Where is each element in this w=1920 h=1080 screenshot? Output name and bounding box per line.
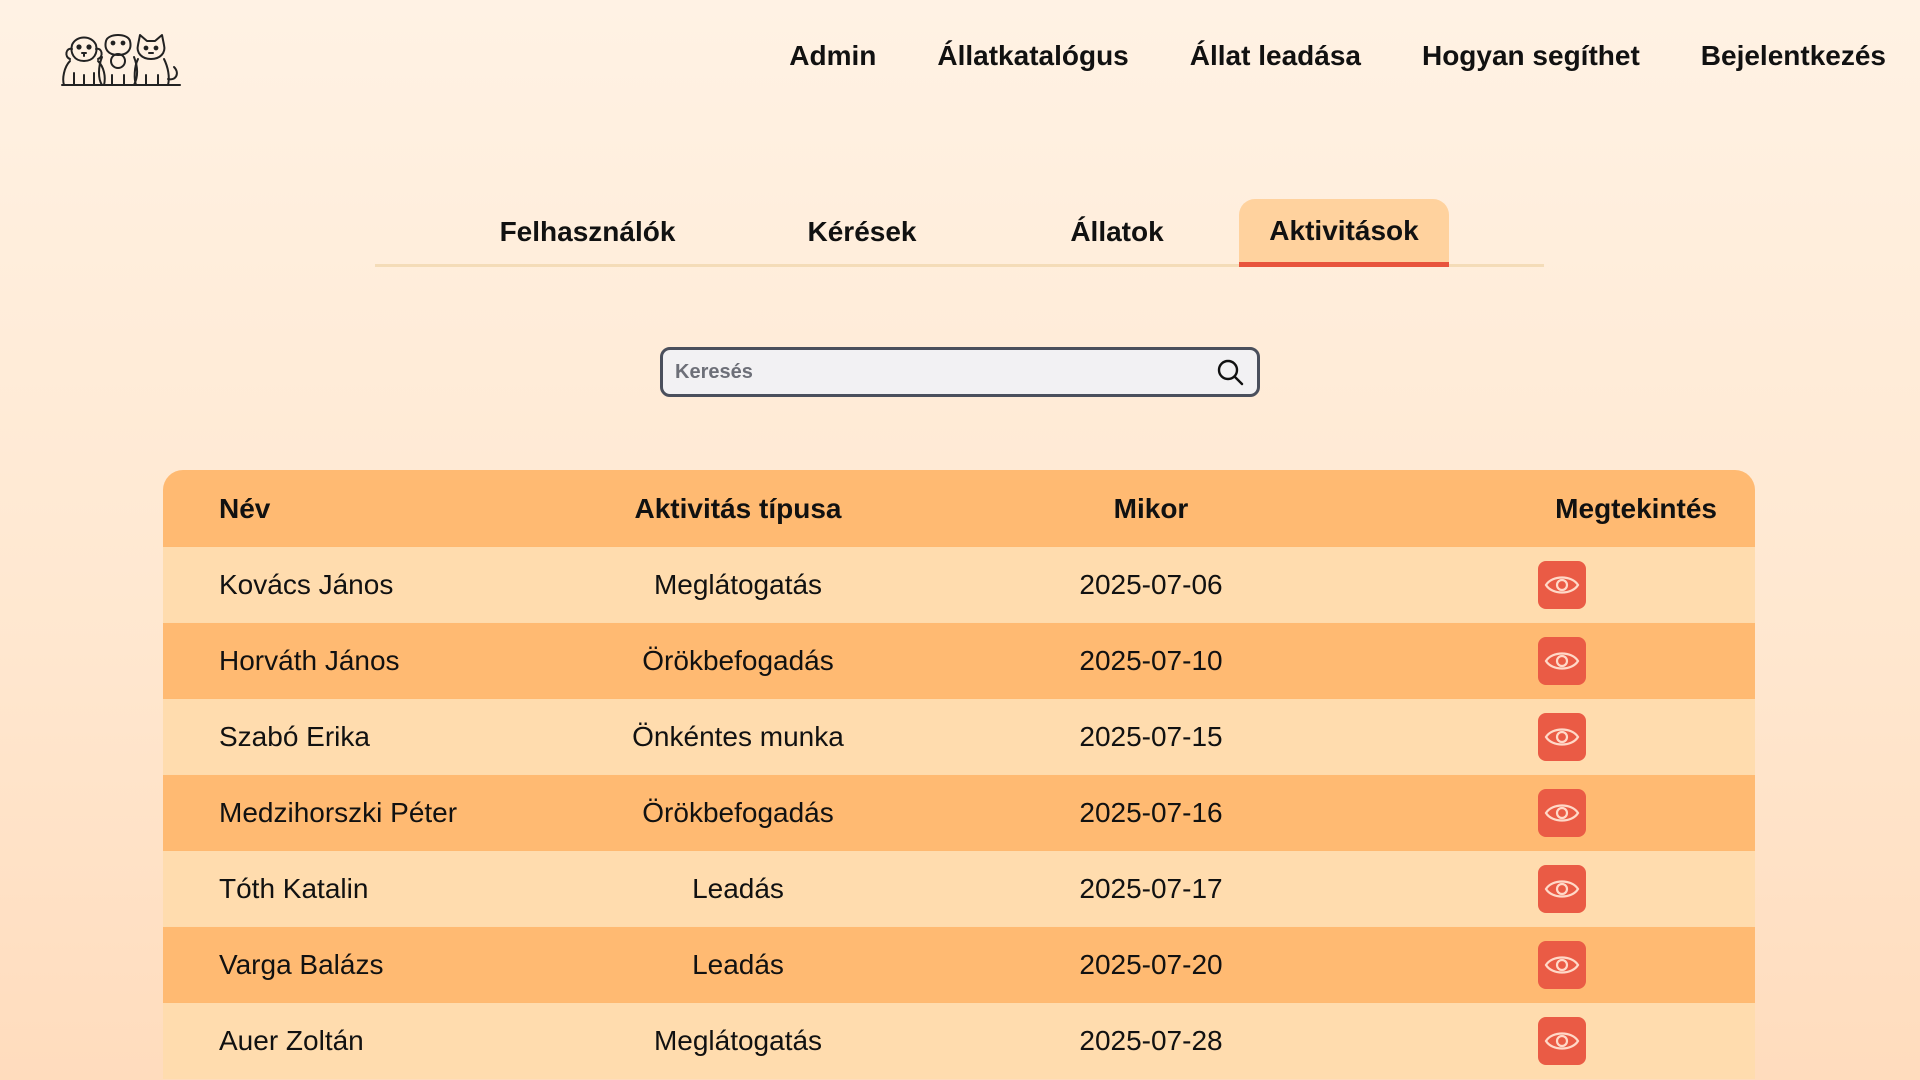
view-button[interactable]	[1538, 789, 1586, 837]
nav-how-to-help[interactable]: Hogyan segíthet	[1422, 40, 1640, 72]
search-input[interactable]	[663, 350, 1215, 394]
tab-requests[interactable]: Kérések	[800, 199, 924, 265]
cell-name: Auer Zoltán	[219, 1025, 364, 1056]
cell-date: 2025-07-16	[1079, 797, 1223, 828]
table-row: Medzihorszki Péter Örökbefogadás 2025-07…	[163, 775, 1755, 851]
table-row: Szabó Erika Önkéntes munka 2025-07-15	[163, 699, 1755, 775]
cell-name: Kovács János	[219, 569, 394, 600]
cell-activity-type: Örökbefogadás	[642, 797, 834, 828]
cell-activity-type: Leadás	[692, 949, 784, 980]
table-row: Kovács János Meglátogatás 2025-07-06	[163, 547, 1755, 623]
admin-tabs: Felhasználók Kérések Állatok Aktivitások	[375, 199, 1544, 267]
nav-admin[interactable]: Admin	[789, 40, 876, 72]
header-name: Név	[219, 492, 271, 524]
eye-icon	[1544, 804, 1580, 822]
table-row: Tóth Katalin Leadás 2025-07-17	[163, 851, 1755, 927]
eye-icon	[1544, 652, 1580, 670]
table-row: Auer Zoltán Meglátogatás 2025-07-28	[163, 1003, 1755, 1079]
tab-activities[interactable]: Aktivitások	[1239, 199, 1449, 267]
main-nav: Admin Állatkatalógus Állat leadása Hogya…	[789, 40, 1886, 72]
eye-icon	[1544, 1032, 1580, 1050]
nav-animal-catalog[interactable]: Állatkatalógus	[937, 40, 1128, 72]
cell-date: 2025-07-15	[1079, 721, 1223, 752]
view-button[interactable]	[1538, 713, 1586, 761]
cell-date: 2025-07-20	[1079, 949, 1223, 980]
search-box	[660, 347, 1260, 397]
tab-animals[interactable]: Állatok	[1059, 199, 1175, 265]
header-activity-type: Aktivitás típusa	[634, 492, 842, 524]
table-row: Varga Balázs Leadás 2025-07-20	[163, 927, 1755, 1003]
cell-date: 2025-07-06	[1079, 569, 1223, 600]
cell-name: Horváth János	[219, 645, 400, 676]
eye-icon	[1544, 728, 1580, 746]
table-row: Horváth János Örökbefogadás 2025-07-10	[163, 623, 1755, 699]
cell-name: Tóth Katalin	[219, 873, 369, 904]
cell-date: 2025-07-28	[1079, 1025, 1223, 1056]
eye-icon	[1544, 576, 1580, 594]
eye-icon	[1544, 880, 1580, 898]
nav-login[interactable]: Bejelentkezés	[1701, 40, 1886, 72]
header-when: Mikor	[1113, 492, 1189, 524]
cell-name: Medzihorszki Péter	[219, 797, 458, 828]
cell-activity-type: Önkéntes munka	[632, 721, 844, 752]
activities-table: Név Aktivitás típusa Mikor Megtekintés K…	[163, 470, 1755, 1079]
cell-name: Szabó Erika	[219, 721, 370, 752]
cell-date: 2025-07-10	[1079, 645, 1223, 676]
cell-date: 2025-07-17	[1079, 873, 1223, 904]
dog-cat-logo-icon[interactable]	[58, 27, 184, 89]
tab-users[interactable]: Felhasználók	[480, 199, 695, 265]
cell-activity-type: Örökbefogadás	[642, 645, 834, 676]
nav-animal-dropoff[interactable]: Állat leadása	[1190, 40, 1361, 72]
view-button[interactable]	[1538, 941, 1586, 989]
header-view: Megtekintés	[1555, 492, 1717, 524]
cell-activity-type: Meglátogatás	[653, 1025, 823, 1056]
view-button[interactable]	[1538, 561, 1586, 609]
cell-activity-type: Meglátogatás	[653, 569, 823, 600]
cell-activity-type: Leadás	[692, 873, 784, 904]
table-header: Név Aktivitás típusa Mikor Megtekintés	[163, 470, 1755, 547]
view-button[interactable]	[1538, 1017, 1586, 1065]
view-button[interactable]	[1538, 637, 1586, 685]
view-button[interactable]	[1538, 865, 1586, 913]
search-icon[interactable]	[1215, 357, 1245, 387]
eye-icon	[1544, 956, 1580, 974]
cell-name: Varga Balázs	[219, 949, 384, 980]
